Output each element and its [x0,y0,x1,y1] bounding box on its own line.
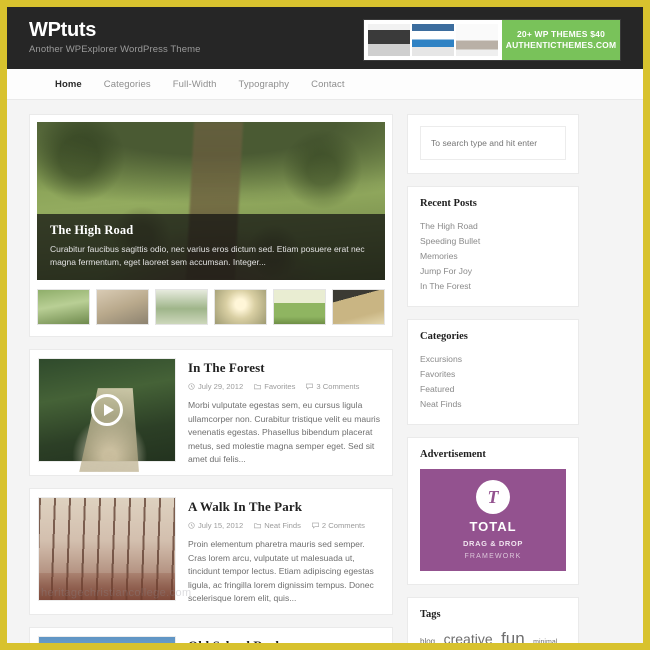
clock-icon [188,522,195,529]
ad-text-block: 20+ WP THEMES $40 AUTHENTICTHEMES.COM [502,20,620,60]
widget-title: Recent Posts [420,198,477,209]
list-item[interactable]: Featured [420,381,566,396]
slider-thumb-sunset-road[interactable] [214,289,267,325]
list-item[interactable]: Speeding Bullet [420,233,566,248]
list-item[interactable]: Jump For Joy [420,263,566,278]
slide-caption: The High Road Curabitur faucibus sagitti… [37,214,385,280]
ad-thumbnail-icon [368,24,410,56]
post-date: July 15, 2012 [188,521,243,530]
post-excerpt: Proin elementum pharetra mauris sed semp… [188,538,374,604]
slider-thumb-green-field[interactable] [273,289,326,325]
total-framework-ad[interactable]: T TOTAL DRAG & DROP FRAMEWORK [420,469,566,571]
list-item[interactable]: Neat Finds [420,396,566,411]
main-column: The High Road Curabitur faucibus sagitti… [29,114,393,643]
widget-title: Categories [420,331,468,342]
header-advertisement-banner[interactable]: 20+ WP THEMES $40 AUTHENTICTHEMES.COM [363,19,621,61]
promo-subtitle: DRAG & DROP [463,539,523,548]
slide-title[interactable]: The High Road [50,223,372,238]
post-date: July 29, 2012 [188,382,243,391]
slider-thumb-railroad-tracks[interactable] [96,289,149,325]
list-item[interactable]: The High Road [420,218,566,233]
recent-posts-widget: Recent Posts The High Road Speeding Bull… [407,186,579,307]
post-category-text: Neat Finds [264,520,301,530]
ad-thumbnail-icon [412,24,454,56]
slider-stage[interactable]: The High Road Curabitur faucibus sagitti… [37,122,385,280]
nav-item-contact[interactable]: Contact [311,79,344,90]
post-date-text: July 29, 2012 [198,382,244,391]
post-body: A Walk In The Park July 15, 2012 Neat Fi… [188,497,384,606]
comment-icon [306,383,314,390]
play-icon[interactable] [91,394,123,426]
tags-widget: Tags blog creative fun minimal theme tra… [407,597,579,643]
tag-minimal[interactable]: minimal [533,639,557,643]
ad-thumbnail-icon [456,24,498,56]
list-item[interactable]: In The Forest [420,278,566,293]
folder-icon [254,384,262,390]
post-list-item: In The Forest July 29, 2012 Favorites 3 … [29,349,393,476]
folder-icon [254,523,262,529]
advertisement-widget: Advertisement T TOTAL DRAG & DROP FRAMEW… [407,437,579,585]
promo-title: TOTAL [469,519,517,534]
main-navigation: Home Categories Full-Width Typography Co… [7,69,643,100]
post-title[interactable]: In The Forest [188,360,384,376]
nav-item-full-width[interactable]: Full-Width [173,79,217,90]
post-category-text: Favorites [264,382,296,391]
post-list-item: Old School Rock [29,626,393,643]
sidebar: Recent Posts The High Road Speeding Bull… [407,114,579,643]
post-comments[interactable]: 3 Comments [306,382,359,391]
post-comments-text: 3 Comments [316,382,360,391]
tag-fun[interactable]: fun [501,629,525,643]
tag-creative[interactable]: creative [444,631,493,643]
featured-slider: The High Road Curabitur faucibus sagitti… [29,114,393,337]
post-date-text: July 15, 2012 [198,520,244,530]
slider-thumb-green-path[interactable] [37,289,90,325]
post-thumbnail-old-school-rock[interactable] [38,635,176,643]
nav-item-typography[interactable]: Typography [239,79,290,90]
categories-widget: Categories Excursions Favorites Featured… [407,319,579,425]
list-item[interactable]: Memories [420,248,566,263]
tag-cloud: blog creative fun minimal theme travel w… [420,629,566,643]
total-logo-icon: T [476,480,510,514]
widget-title: Advertisement [420,449,486,460]
post-thumbnail-in-the-forest[interactable] [38,358,176,462]
slider-thumbnail-row [37,280,385,329]
post-meta: July 29, 2012 Favorites 3 Comments [188,382,384,391]
categories-list: Excursions Favorites Featured Neat Finds [420,351,566,411]
post-thumbnail-a-walk-in-the-park[interactable] [38,496,176,601]
recent-posts-list: The High Road Speeding Bullet Memories J… [420,218,566,293]
ad-line-2: AUTHENTICTHEMES.COM [505,40,617,50]
post-body: Old School Rock [188,636,384,643]
search-input[interactable] [420,126,566,160]
post-meta: July 15, 2012 Neat Finds 2 Comments [188,521,384,530]
post-list-item: A Walk In The Park July 15, 2012 Neat Fi… [29,487,393,615]
ad-screenshot-thumbnails [364,20,502,60]
promo-caption: FRAMEWORK [464,553,522,560]
clock-icon [188,383,195,390]
nav-item-categories[interactable]: Categories [104,79,151,90]
post-category[interactable]: Favorites [254,382,295,391]
list-item[interactable]: Excursions [420,351,566,366]
ad-line-1: 20+ WP THEMES $40 [516,29,606,39]
comment-icon [311,522,319,529]
list-item[interactable]: Favorites [420,366,566,381]
page-frame: WPtuts Another WPExplorer WordPress Them… [7,7,643,643]
content-wrapper: The High Road Curabitur faucibus sagitti… [7,100,643,643]
widget-title: Tags [420,609,441,620]
post-comments[interactable]: 2 Comments [311,520,365,530]
post-body: In The Forest July 29, 2012 Favorites 3 … [188,358,384,467]
tag-blog[interactable]: blog [420,637,435,643]
search-widget [407,114,579,174]
slider-thumb-wheat-field[interactable] [332,289,385,325]
slider-thumb-wooden-posts[interactable] [155,289,208,325]
post-comments-text: 2 Comments [321,520,365,530]
post-category[interactable]: Neat Finds [254,521,301,530]
post-excerpt: Morbi vulputate egestas sem, eu cursus l… [188,400,381,465]
slide-excerpt: Curabitur faucibus sagittis odio, nec va… [50,244,365,267]
post-title[interactable]: A Walk In The Park [188,499,384,515]
nav-item-home[interactable]: Home [55,79,82,90]
site-header: WPtuts Another WPExplorer WordPress Them… [7,7,643,69]
post-title[interactable]: Old School Rock [188,638,384,643]
